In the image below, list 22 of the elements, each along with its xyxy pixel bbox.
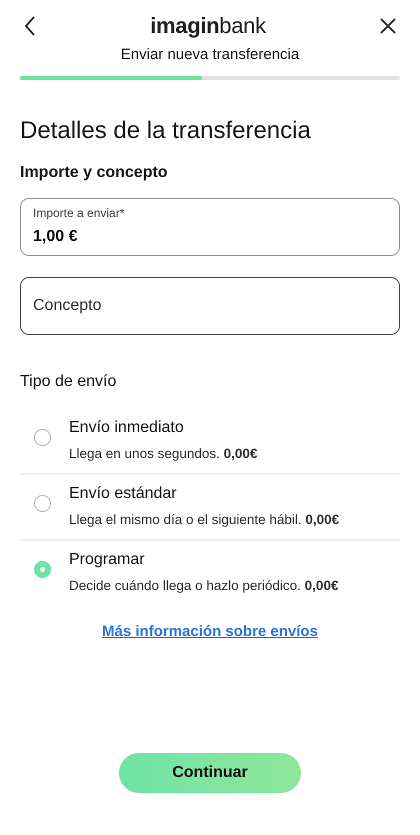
amount-field[interactable]: Importe a enviar* 1,00 €: [20, 198, 400, 256]
logo: imaginbank: [150, 13, 266, 39]
screen-title: Enviar nueva transferencia: [120, 46, 300, 63]
field-value: 1,00 €: [33, 228, 78, 246]
concept-field[interactable]: Concepto: [20, 277, 400, 335]
page-heading: Detalles de la transferencia: [20, 117, 312, 145]
radio-button[interactable]: [34, 561, 51, 578]
option-detail: Llega en unos segundos. 0,00€: [69, 446, 258, 461]
option-label: Envío inmediato: [69, 419, 185, 437]
option-label: Programar: [69, 551, 146, 569]
radio-button[interactable]: [34, 429, 51, 446]
option-detail: Decide cuándo llega o hazlo periódico. 0,00€: [69, 578, 338, 593]
section-heading: Tipo de envío: [20, 373, 118, 391]
field-label: Importe a enviar*: [33, 206, 126, 220]
radio-button[interactable]: [34, 495, 51, 512]
close-icon: [380, 18, 396, 34]
option-detail: Llega el mismo día o el siguiente hábil. 0,00€: [69, 512, 340, 527]
info-link[interactable]: Más información sobre envíos: [102, 623, 318, 640]
section-heading: Importe y concepto: [20, 164, 169, 182]
continue-button[interactable]: Continuar: [119, 753, 301, 793]
back-icon: [24, 16, 36, 36]
option-label: Envío estándar: [69, 485, 178, 503]
